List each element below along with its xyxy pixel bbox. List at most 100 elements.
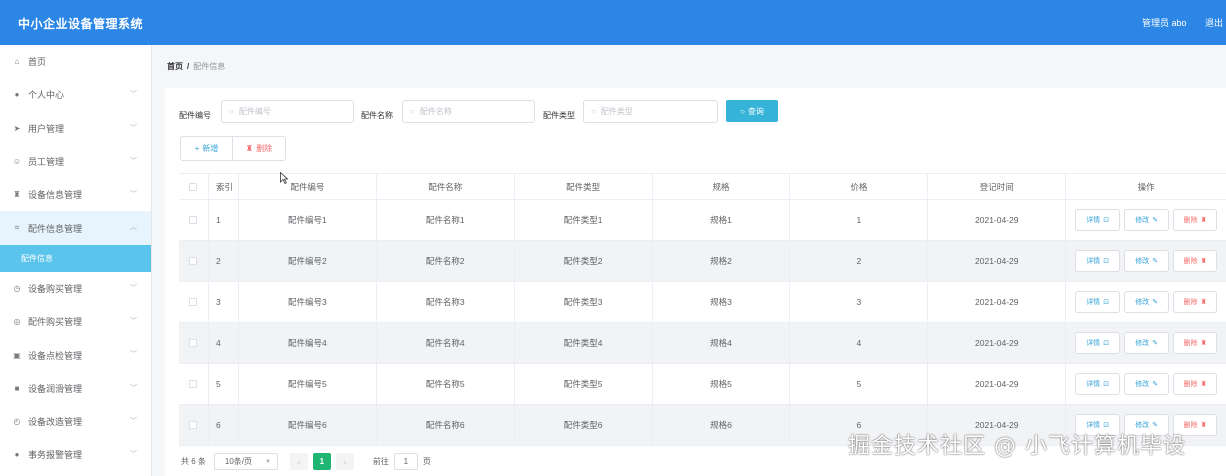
- table-row[interactable]: 2 配件编号2 配件名称2 配件类型2 规格2 2 2021-04-29 详情 ⊡ 修改 ✎ 删除 ♜: [179, 241, 1226, 282]
- sidebar-item-0[interactable]: ⌂ 首页: [0, 45, 151, 78]
- sidebar-item-1[interactable]: ● 个人中心 ﹀: [0, 78, 151, 111]
- row-select-cell: [179, 364, 209, 404]
- edit-icon: ✎: [1152, 299, 1159, 306]
- code-search-placeholder: 配件编号: [238, 107, 271, 116]
- detail-icon: ⊡: [1103, 258, 1110, 265]
- sidebar-item-7[interactable]: ◎ 配件购买管理 ﹀: [0, 305, 151, 338]
- detail-button[interactable]: 详情 ⊡: [1075, 332, 1121, 354]
- sidebar-item-4[interactable]: ♜ 设备信息管理 ﹀: [0, 178, 151, 211]
- row-select-cell: [179, 405, 209, 445]
- table-row[interactable]: 4 配件编号4 配件名称4 配件类型4 规格4 4 2021-04-29 详情 ⊡ 修改 ✎ 删除 ♜: [179, 323, 1226, 364]
- logout-link[interactable]: 退出: [1205, 16, 1223, 29]
- edit-button[interactable]: 修改 ✎: [1124, 332, 1170, 354]
- row-delete-button[interactable]: 删除 ♜: [1173, 332, 1218, 354]
- code-search-input[interactable]: ○ 配件编号: [221, 100, 354, 123]
- type-search-label: 配件类型: [543, 111, 575, 120]
- cell-spec: 规格2: [653, 241, 791, 281]
- row-operations: 详情 ⊡ 修改 ✎ 删除 ♜: [1066, 323, 1226, 363]
- cell-price: 1: [790, 200, 929, 240]
- row-operations: 详情 ⊡ 修改 ✎ 删除 ♜: [1066, 241, 1226, 281]
- page-number-current[interactable]: 1: [312, 453, 331, 470]
- detail-button[interactable]: 详情 ⊡: [1075, 291, 1121, 313]
- goto-page-input[interactable]: 1: [393, 453, 418, 470]
- sidebar-item-11[interactable]: ● 事务报警管理 ﹀: [0, 438, 151, 471]
- query-button-label: 查询: [747, 106, 764, 116]
- table-row[interactable]: 3 配件编号3 配件名称3 配件类型3 规格3 3 2021-04-29 详情 ⊡ 修改 ✎ 删除 ♜: [179, 282, 1226, 323]
- page-size-select[interactable]: 10条/页 ▼: [213, 453, 278, 470]
- next-page-button[interactable]: ›: [335, 453, 354, 470]
- cell-spec: 规格6: [653, 405, 791, 445]
- row-delete-button[interactable]: 删除 ♜: [1173, 373, 1218, 395]
- power-icon: ◴: [13, 417, 21, 427]
- add-button[interactable]: + 新增: [180, 136, 233, 161]
- row-checkbox[interactable]: [189, 380, 198, 388]
- row-delete-button[interactable]: 删除 ♜: [1173, 209, 1218, 231]
- type-search-input[interactable]: ○ 配件类型: [583, 100, 718, 123]
- table-row[interactable]: 1 配件编号1 配件名称1 配件类型1 规格1 1 2021-04-29 详情 ⊡ 修改 ✎ 删除 ♜: [179, 200, 1226, 241]
- cell-code: 配件编号2: [239, 241, 377, 281]
- row-delete-button-label: 删除: [1183, 217, 1198, 224]
- row-delete-button[interactable]: 删除 ♜: [1173, 291, 1218, 313]
- cell-spec: 规格3: [653, 282, 791, 322]
- detail-icon: ⊡: [1103, 217, 1110, 224]
- sidebar-item-9[interactable]: ■ 设备润滑管理 ﹀: [0, 372, 151, 405]
- sidebar-item-5[interactable]: ⌗ 配件信息管理 ︿: [0, 211, 151, 245]
- prev-page-button[interactable]: ‹: [289, 453, 308, 470]
- detail-button[interactable]: 详情 ⊡: [1075, 209, 1121, 231]
- person-icon: ●: [14, 450, 20, 460]
- goto-label: 前往: [372, 457, 389, 466]
- edit-button[interactable]: 修改 ✎: [1124, 373, 1170, 395]
- row-index: 2: [209, 241, 239, 281]
- sidebar-item-3[interactable]: ☺ 员工管理 ﹀: [0, 145, 151, 178]
- cell-spec: 规格5: [653, 364, 791, 404]
- edit-button[interactable]: 修改 ✎: [1124, 250, 1170, 272]
- cell-name: 配件名称2: [377, 241, 515, 281]
- sidebar-item-10[interactable]: ◴ 设备改造管理 ﹀: [0, 405, 151, 438]
- detail-button-label: 详情: [1086, 299, 1101, 306]
- row-delete-button-label: 删除: [1183, 340, 1198, 347]
- sidebar-item-6[interactable]: ◷ 设备购买管理 ﹀: [0, 272, 151, 305]
- chevron-up-icon: ︿: [130, 224, 137, 232]
- name-search-input[interactable]: ○ 配件名称: [402, 100, 535, 123]
- cell-type: 配件类型1: [515, 200, 653, 240]
- row-select-cell: [179, 323, 209, 363]
- clock-icon: ◷: [13, 283, 21, 293]
- row-checkbox[interactable]: [189, 257, 198, 265]
- detail-button-label: 详情: [1086, 258, 1101, 265]
- sidebar-item-8[interactable]: ▣ 设备点检管理 ﹀: [0, 338, 151, 371]
- sidebar-item-2[interactable]: ➤ 用户管理 ﹀: [0, 112, 151, 145]
- header-select-all: [179, 174, 209, 199]
- row-select-cell: [179, 241, 209, 281]
- sidebar-item-label: 设备改造管理: [28, 417, 83, 428]
- home-icon: ⌂: [14, 57, 20, 67]
- sidebar-subitem-active[interactable]: 配件信息: [0, 244, 151, 272]
- cell-price: 3: [790, 282, 929, 322]
- cell-code: 配件编号5: [239, 364, 377, 404]
- query-button[interactable]: ○ 查询: [726, 100, 778, 122]
- select-all-checkbox[interactable]: [189, 182, 198, 191]
- trash-icon: ♜: [1200, 299, 1207, 306]
- page-size-value: 10条/页: [224, 457, 253, 466]
- row-delete-button[interactable]: 删除 ♜: [1173, 250, 1218, 272]
- row-index: 3: [209, 282, 239, 322]
- detail-button[interactable]: 详情 ⊡: [1075, 373, 1121, 395]
- table-header: 索引 配件编号 配件名称 配件类型 规格 价格 登记时间 操作: [179, 173, 1226, 200]
- batch-delete-button[interactable]: ♜ 删除: [233, 136, 286, 161]
- row-checkbox[interactable]: [189, 421, 198, 429]
- sidebar-item-label: 个人中心: [28, 90, 65, 101]
- edit-button[interactable]: 修改 ✎: [1124, 291, 1170, 313]
- row-checkbox[interactable]: [189, 339, 198, 347]
- table-row[interactable]: 5 配件编号5 配件名称5 配件类型5 规格5 5 2021-04-29 详情 ⊡ 修改 ✎ 删除 ♜: [179, 364, 1226, 405]
- main-content: 首页 / 配件信息 配件编号 ○ 配件编号 配件名称 ○ 配件名称 配件类型 ○ 配件类型…: [152, 45, 1226, 476]
- cell-code: 配件编号4: [239, 323, 377, 363]
- row-checkbox[interactable]: [189, 298, 198, 306]
- row-checkbox[interactable]: [189, 216, 198, 224]
- user-icon: ●: [14, 90, 20, 100]
- breadcrumb-home[interactable]: 首页: [167, 62, 183, 71]
- row-operations: 详情 ⊡ 修改 ✎ 删除 ♜: [1066, 200, 1226, 240]
- detail-button[interactable]: 详情 ⊡: [1075, 250, 1121, 272]
- search-icon: ○: [591, 107, 596, 116]
- row-select-cell: [179, 282, 209, 322]
- edit-button[interactable]: 修改 ✎: [1124, 209, 1170, 231]
- cell-name: 配件名称5: [377, 364, 515, 404]
